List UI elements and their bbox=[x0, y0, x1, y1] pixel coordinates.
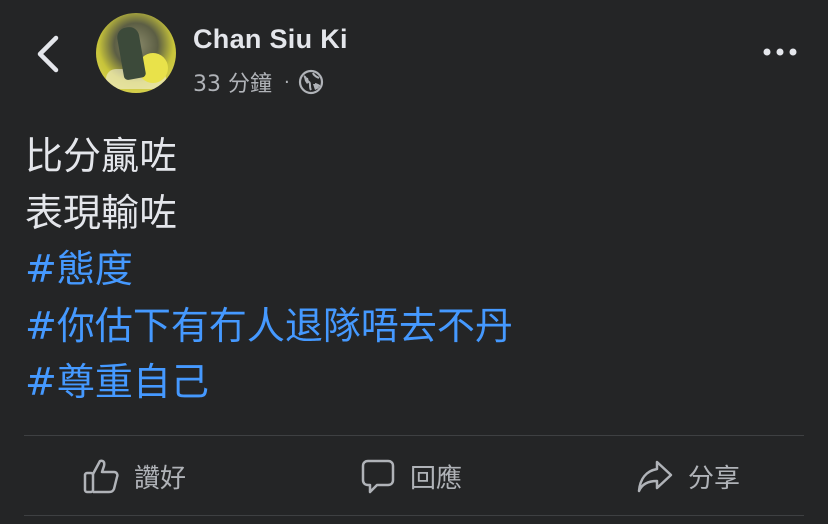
globe-icon bbox=[298, 69, 323, 95]
share-arrow-icon bbox=[637, 460, 673, 493]
hashtag-link[interactable]: #尊重自己 bbox=[25, 354, 513, 411]
comment-label: 回應 bbox=[410, 463, 463, 494]
comment-bubble-icon bbox=[361, 459, 395, 494]
meta-separator: · bbox=[284, 71, 290, 93]
thumbs-up-icon bbox=[83, 459, 119, 494]
action-bar: 讚好 回應 分享 bbox=[0, 440, 828, 512]
avatar[interactable] bbox=[96, 13, 176, 93]
divider-top bbox=[24, 435, 804, 436]
like-button[interactable]: 讚好 bbox=[82, 440, 186, 512]
author-name[interactable]: Chan Siu Ki bbox=[193, 24, 348, 55]
post-line: 比分贏咗 bbox=[25, 134, 178, 178]
timestamp[interactable]: 33 分鐘 bbox=[193, 66, 272, 98]
hashtag-link[interactable]: #態度 bbox=[25, 241, 513, 298]
like-label: 讚好 bbox=[134, 463, 187, 494]
post-body: 比分贏咗 表現輸咗 #態度 #你估下有冇人退隊唔去不丹 #尊重自己 bbox=[25, 128, 513, 411]
post-line: 表現輸咗 bbox=[25, 190, 178, 235]
post-meta: 33 分鐘 · bbox=[193, 66, 324, 98]
share-label: 分享 bbox=[688, 463, 741, 494]
back-chevron-icon[interactable] bbox=[30, 34, 66, 74]
comment-button[interactable]: 回應 bbox=[360, 440, 462, 512]
more-dots-icon[interactable] bbox=[760, 40, 800, 64]
divider-bottom bbox=[24, 515, 804, 516]
hashtag-link[interactable]: #你估下有冇人退隊唔去不丹 bbox=[25, 298, 513, 355]
share-button[interactable]: 分享 bbox=[636, 440, 740, 512]
